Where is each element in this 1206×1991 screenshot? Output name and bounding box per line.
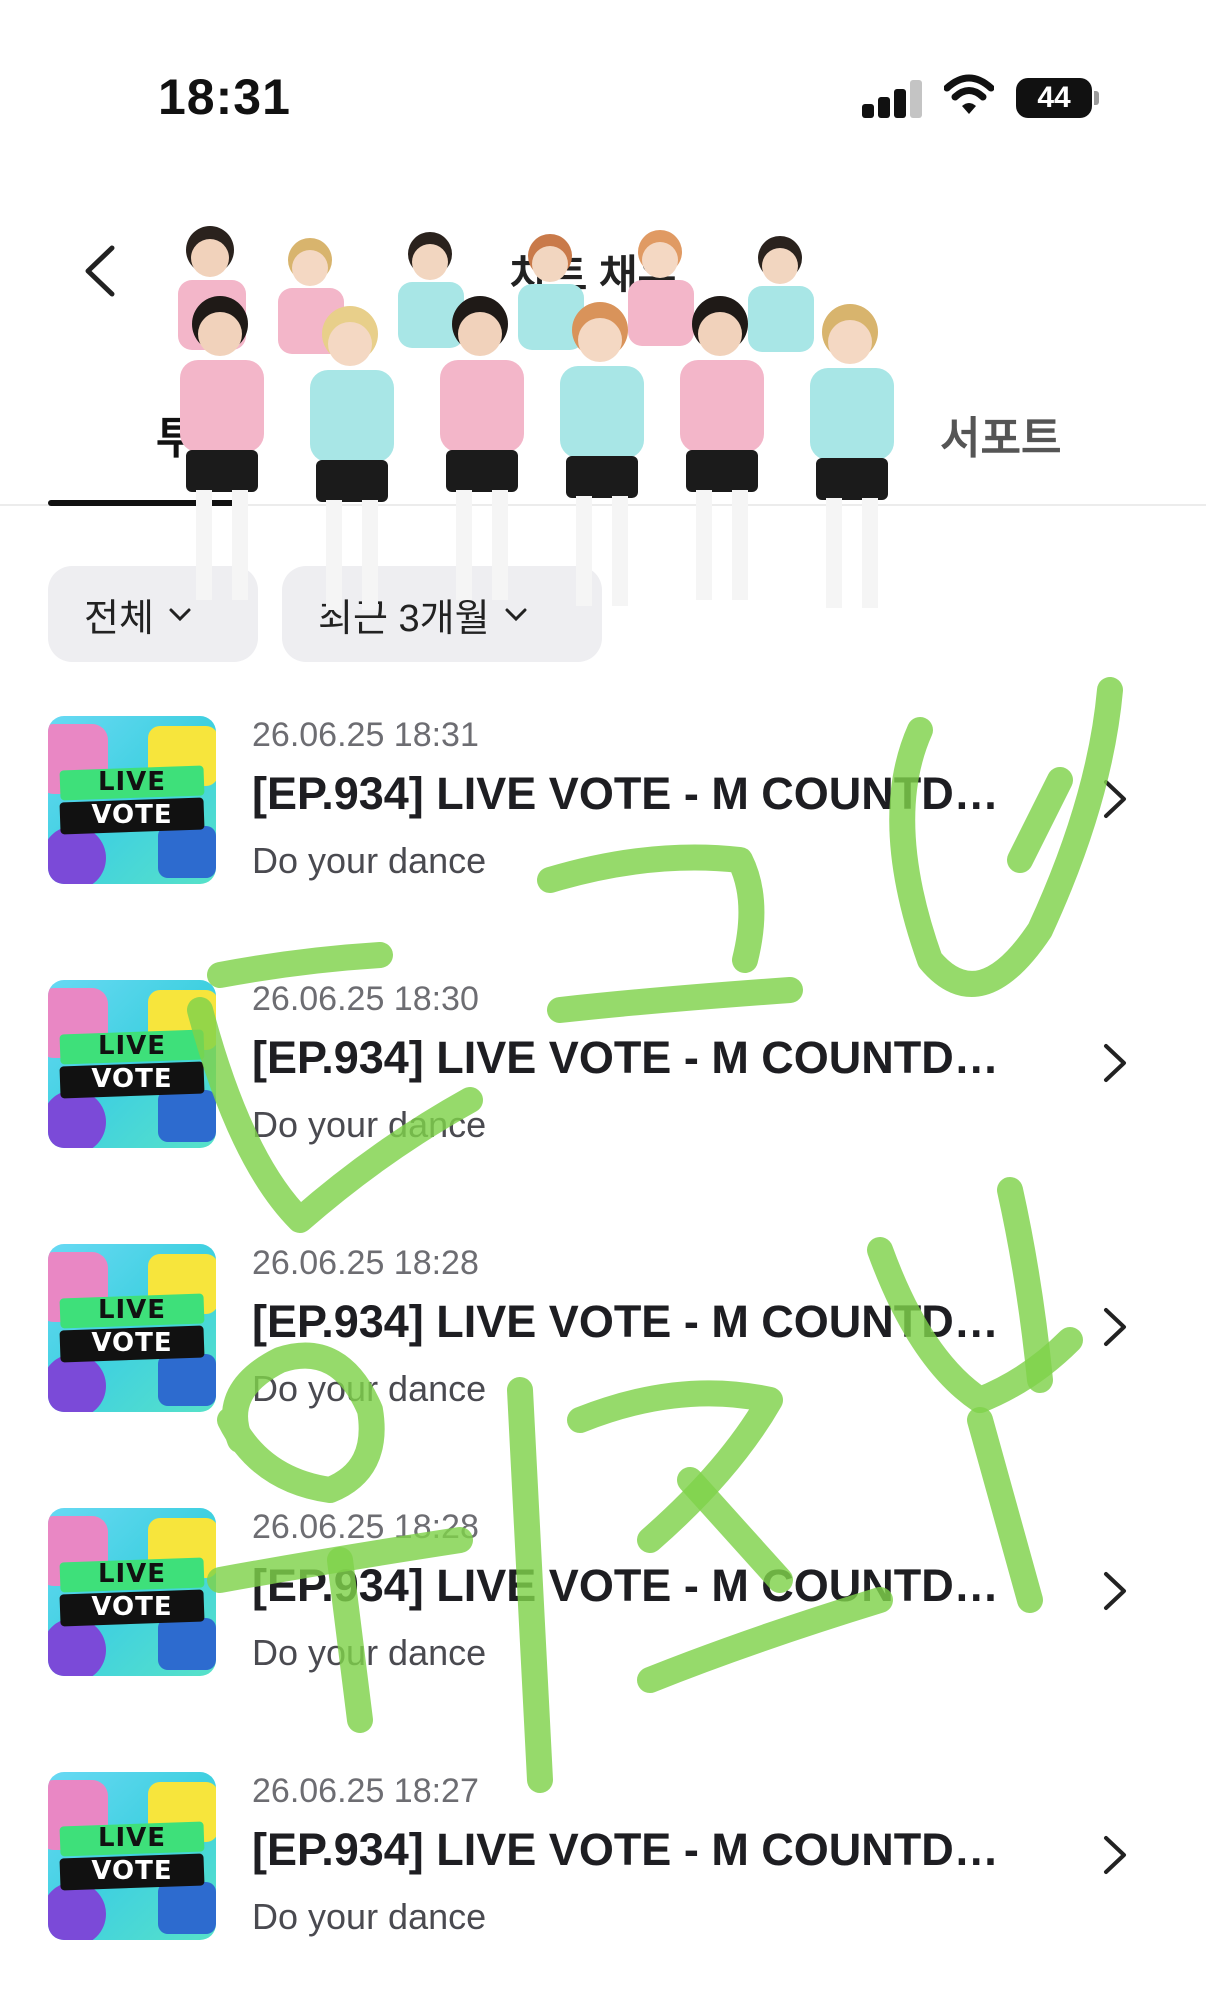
item-title: [EP.934] LIVE VOTE - M COUNTDOWN [252, 1032, 1012, 1083]
item-title: [EP.934] LIVE VOTE - M COUNTDOWN [252, 1824, 1012, 1875]
thumbnail-text-live: LIVE [97, 1559, 167, 1589]
thumbnail-text-live: LIVE [97, 1823, 167, 1853]
status-time: 18:31 [158, 69, 291, 125]
thumbnail-text-vote: VOTE [91, 1328, 173, 1358]
live-vote-thumbnail: LIVE VOTE [48, 1244, 216, 1412]
chevron-down-icon [505, 608, 527, 622]
item-date: 26.06.25 18:31 [252, 716, 479, 754]
item-date: 26.06.25 18:30 [252, 980, 479, 1018]
item-date: 26.06.25 18:27 [252, 1772, 479, 1810]
chevron-right-icon [1104, 1836, 1126, 1874]
tab-bar: 투표 서포트 [0, 388, 1206, 506]
list-item[interactable]: LIVE VOTE 26.06.25 18:30 [EP.934] LIVE V… [0, 964, 1206, 1228]
live-vote-thumbnail: LIVE VOTE [48, 1772, 216, 1940]
wifi-icon [944, 74, 994, 114]
thumbnail-text-vote: VOTE [91, 1064, 173, 1094]
status-bar: 18:31 44 [0, 0, 1206, 140]
signal-icon [862, 80, 922, 118]
list-item[interactable]: LIVE VOTE 26.06.25 18:27 [EP.934] LIVE V… [0, 1756, 1206, 1991]
item-subtitle: Do your dance [252, 1104, 487, 1145]
chevron-right-icon [1104, 1308, 1126, 1346]
live-vote-thumbnail: LIVE VOTE [48, 716, 216, 884]
chevron-right-icon [1104, 1044, 1126, 1082]
back-button[interactable] [72, 236, 132, 306]
page-title: 차트 채우 [510, 252, 677, 299]
item-title: [EP.934] LIVE VOTE - M COUNTDOWN [252, 768, 1012, 819]
list-item[interactable]: LIVE VOTE 26.06.25 18:28 [EP.934] LIVE V… [0, 1492, 1206, 1756]
thumbnail-text-vote: VOTE [91, 800, 173, 830]
list-item[interactable]: LIVE VOTE 26.06.25 18:28 [EP.934] LIVE V… [0, 1228, 1206, 1492]
tab-vote[interactable]: 투표 [156, 402, 237, 466]
thumbnail-text-live: LIVE [97, 767, 167, 797]
battery-level: 44 [1016, 78, 1092, 118]
chevron-left-icon [85, 245, 115, 297]
item-subtitle: Do your dance [252, 840, 487, 881]
thumbnail-text-vote: VOTE [91, 1592, 173, 1622]
list-item[interactable]: LIVE VOTE 26.06.25 18:31 [EP.934] LIVE V… [0, 700, 1206, 964]
item-title: [EP.934] LIVE VOTE - M COUNTDOWN [252, 1560, 1012, 1611]
back-row [178, 226, 814, 354]
item-title: [EP.934] LIVE VOTE - M COUNTDOWN [252, 1296, 1012, 1347]
item-date: 26.06.25 18:28 [252, 1244, 479, 1282]
item-subtitle: Do your dance [252, 1632, 487, 1673]
chevron-down-icon [169, 608, 191, 622]
item-subtitle: Do your dance [252, 1368, 487, 1409]
thumbnail-text-live: LIVE [97, 1295, 167, 1325]
thumbnail-text-live: LIVE [97, 1031, 167, 1061]
live-vote-thumbnail: LIVE VOTE [48, 980, 216, 1148]
tab-support[interactable]: 서포트 [940, 402, 1061, 466]
filter-all-label: 전체 [84, 597, 154, 640]
live-vote-thumbnail: LIVE VOTE [48, 1508, 216, 1676]
filter-period-dropdown[interactable]: 최근 3개월 [282, 566, 602, 662]
chevron-right-icon [1104, 780, 1126, 818]
chevron-right-icon [1104, 1572, 1126, 1610]
item-subtitle: Do your dance [252, 1896, 487, 1937]
item-date: 26.06.25 18:28 [252, 1508, 479, 1546]
thumbnail-text-vote: VOTE [91, 1856, 173, 1886]
filter-period-label: 최근 3개월 [318, 597, 490, 640]
active-tab-indicator [48, 500, 248, 506]
battery-icon: 44 [1016, 78, 1099, 118]
filter-all-dropdown[interactable]: 전체 [48, 566, 258, 662]
